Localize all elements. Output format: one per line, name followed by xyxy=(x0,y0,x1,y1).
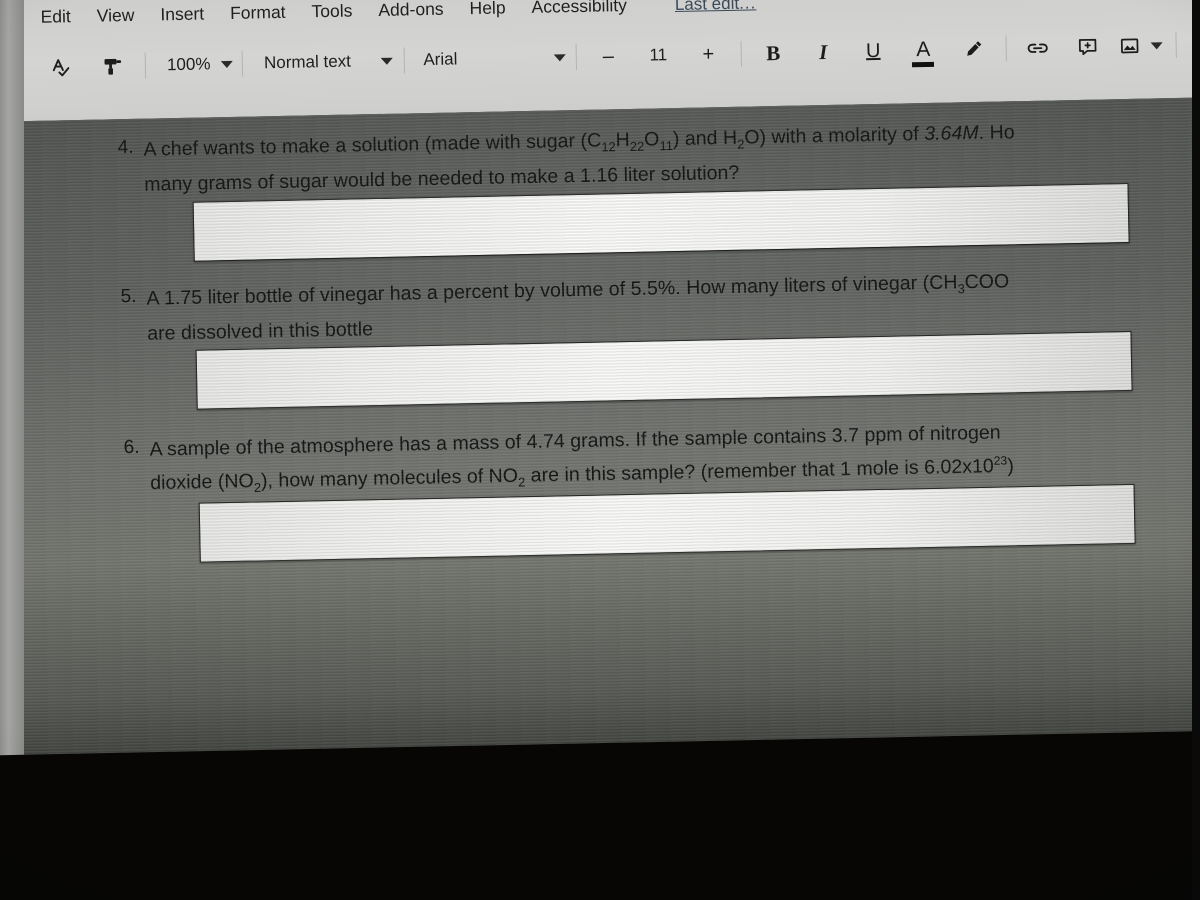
google-docs-window: oland Morris - Practice E e Edit View In… xyxy=(0,0,1200,794)
underline-button[interactable]: U xyxy=(848,31,899,72)
toolbar-divider xyxy=(241,50,243,77)
increase-font-size-button[interactable]: + xyxy=(683,34,734,75)
document-page[interactable]: 4. A chef wants to make a solution (made… xyxy=(8,96,1200,794)
add-comment-button[interactable] xyxy=(1063,26,1114,67)
text-color-letter: A xyxy=(915,37,931,61)
menu-item-edit[interactable]: Edit xyxy=(40,6,71,27)
last-edit-label: Last edit xyxy=(674,0,740,15)
font-size-value: 11 xyxy=(649,45,668,65)
insert-link-button[interactable] xyxy=(1013,27,1064,68)
font-size-input[interactable]: 11 xyxy=(633,35,684,76)
menu-item-tools[interactable]: Tools xyxy=(311,1,352,22)
toolbar-divider xyxy=(1004,35,1007,62)
paragraph-style-selector[interactable]: Normal text xyxy=(249,41,397,84)
plus-icon: + xyxy=(702,42,715,65)
bold-button[interactable]: B xyxy=(748,33,799,74)
document-canvas: 4. A chef wants to make a solution (made… xyxy=(0,96,1200,794)
last-edit-ellipsis: ... xyxy=(738,0,757,13)
question-number: 5. xyxy=(120,285,137,308)
insert-link-icon xyxy=(1026,36,1050,58)
chevron-down-icon[interactable] xyxy=(1150,41,1163,49)
toolbar-divider xyxy=(740,40,742,67)
menu-item-view[interactable]: View xyxy=(97,5,135,26)
toolbar-divider xyxy=(1175,31,1177,58)
underline-icon: U xyxy=(865,39,881,62)
question-number: 6. xyxy=(123,436,140,459)
decrease-font-size-button[interactable]: – xyxy=(583,36,634,77)
add-comment-icon xyxy=(1077,36,1099,58)
toolbar-divider xyxy=(403,47,405,74)
paint-format-icon xyxy=(102,55,124,77)
question-line: are dissolved in this bottle xyxy=(147,318,374,345)
question-number-spacer xyxy=(110,172,145,199)
insert-image-button[interactable] xyxy=(1113,25,1169,66)
dark-surround-bottom xyxy=(0,730,1200,900)
font-family-value: Arial xyxy=(423,49,458,70)
bold-icon: B xyxy=(765,40,781,65)
answer-box-4[interactable] xyxy=(192,182,1130,262)
question-number-spacer xyxy=(116,465,151,504)
spellcheck-icon xyxy=(51,56,75,78)
last-edit-status[interactable]: Last edit... xyxy=(675,0,757,15)
question-number-spacer xyxy=(113,321,148,348)
paint-format-button[interactable] xyxy=(87,46,138,87)
question-number: 4. xyxy=(117,136,134,159)
text-color-swatch xyxy=(912,61,935,67)
menu-item-help[interactable]: Help xyxy=(469,0,505,18)
chevron-down-icon xyxy=(553,53,566,61)
spellcheck-button[interactable] xyxy=(37,47,88,88)
toolbar-divider xyxy=(575,44,577,71)
menu-item-insert[interactable]: Insert xyxy=(160,4,204,25)
highlight-pen-icon xyxy=(962,38,984,60)
menu-item-accessibility[interactable]: Accessibility xyxy=(531,0,627,17)
italic-icon: I xyxy=(818,39,828,64)
chevron-down-icon xyxy=(380,57,393,65)
highlight-color-button[interactable] xyxy=(948,29,999,70)
dark-surround-right xyxy=(1192,0,1200,900)
menu-item-format[interactable]: Format xyxy=(230,2,286,23)
menu-item-add-ons[interactable]: Add-ons xyxy=(378,0,444,20)
minus-icon: – xyxy=(602,44,615,67)
photo-of-screen: oland Morris - Practice E e Edit View In… xyxy=(0,0,1200,900)
chevron-down-icon xyxy=(220,60,233,68)
text-color-button[interactable]: A xyxy=(898,30,949,71)
zoom-level-value: 100% xyxy=(166,54,211,75)
paragraph-style-value: Normal text xyxy=(263,51,352,73)
italic-button[interactable]: I xyxy=(798,32,849,73)
toolbar-divider xyxy=(144,52,147,79)
zoom-level-selector[interactable]: 100% xyxy=(152,44,235,86)
insert-image-icon xyxy=(1119,35,1141,57)
text-color-icon: A xyxy=(912,37,935,67)
font-family-selector[interactable]: Arial xyxy=(411,37,569,80)
